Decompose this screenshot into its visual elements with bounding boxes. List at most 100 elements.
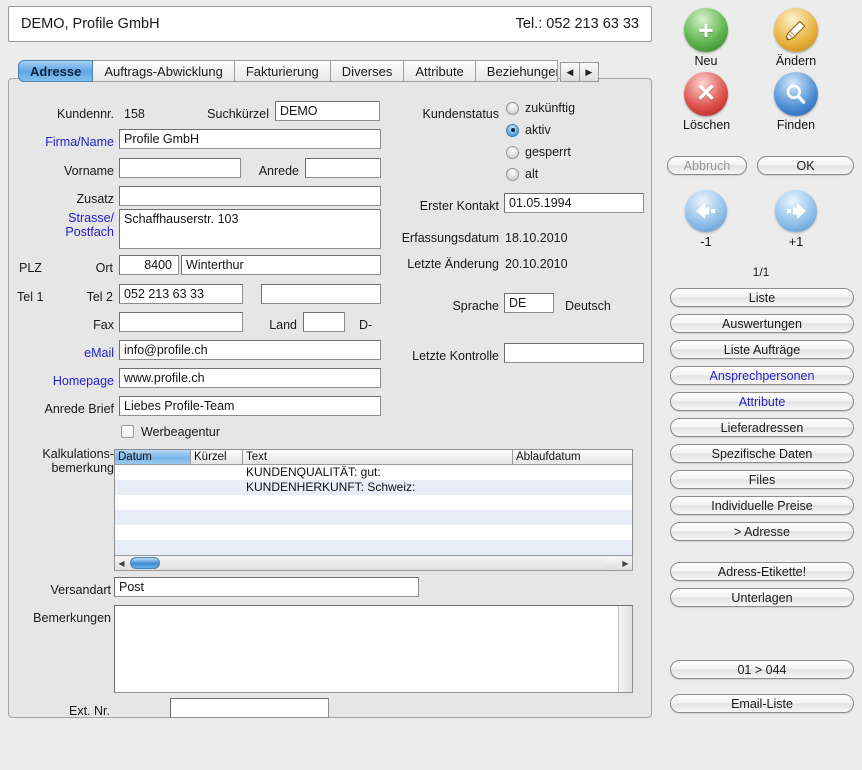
input-erster-kontakt[interactable]: 01.05.1994 xyxy=(504,193,644,213)
cell-text xyxy=(243,495,513,510)
button-adress-etikette[interactable]: Adress-Etikette! xyxy=(670,562,854,581)
input-bemerkungen[interactable] xyxy=(114,605,633,693)
checkbox-werbeagentur[interactable] xyxy=(121,425,134,438)
tab-label: Diverses xyxy=(342,64,393,79)
cell-ablaufdatum xyxy=(513,540,632,555)
arrow-left-icon xyxy=(685,190,727,232)
button-ok[interactable]: OK xyxy=(757,156,854,175)
tab-auftrags-abwicklung[interactable]: Auftrags-Abwicklung xyxy=(93,60,235,82)
input-anrede[interactable] xyxy=(305,158,381,178)
scroll-right-arrow-icon[interactable]: ▶ xyxy=(619,556,632,570)
input-ort[interactable]: Winterthur xyxy=(181,255,381,275)
cell-ablaufdatum xyxy=(513,495,632,510)
button-individuelle-preise[interactable]: Individuelle Preise xyxy=(670,496,854,515)
button-adresse[interactable]: > Adresse xyxy=(670,522,854,541)
input-ext-nr[interactable] xyxy=(170,698,329,718)
label-zusatz: Zusatz xyxy=(19,192,114,206)
input-homepage[interactable]: www.profile.ch xyxy=(119,368,381,388)
table-row[interactable] xyxy=(115,495,632,510)
button-label-finden: Finden xyxy=(773,118,819,132)
input-suchkuerzel[interactable]: DEMO xyxy=(275,101,380,121)
input-sprache[interactable]: DE xyxy=(504,293,554,313)
radio-option-zukuenftig[interactable]: zukünftig xyxy=(506,101,575,115)
button-files[interactable]: Files xyxy=(670,470,854,489)
tab-fakturierung[interactable]: Fakturierung xyxy=(235,60,331,82)
table-row[interactable] xyxy=(115,510,632,525)
input-strasse-postfach[interactable]: Schaffhauserstr. 103 xyxy=(119,209,381,249)
button-01-044[interactable]: 01 > 044 xyxy=(670,660,854,679)
button-neu[interactable]: + Neu xyxy=(683,8,729,54)
kalkulation-table[interactable]: Datum Kürzel Text Ablaufdatum KUNDENQUAL… xyxy=(114,449,633,556)
input-land[interactable] xyxy=(303,312,345,332)
bemerkungen-vertical-scrollbar[interactable] xyxy=(618,606,632,692)
column-header-text[interactable]: Text xyxy=(243,450,513,465)
scrollbar-thumb[interactable] xyxy=(130,557,160,569)
tab-diverses[interactable]: Diverses xyxy=(331,60,405,82)
radio-option-alt[interactable]: alt xyxy=(506,167,538,181)
sidebar: + Neu Ändern ✕ Löschen xyxy=(660,0,862,770)
cell-datum xyxy=(115,525,191,540)
column-header-kuerzel[interactable]: Kürzel xyxy=(191,450,243,465)
input-tel1[interactable]: 052 213 63 33 xyxy=(119,284,243,304)
input-zusatz[interactable] xyxy=(119,186,381,206)
input-versandart[interactable]: Post xyxy=(114,577,419,597)
label-postfach-line2: Postfach xyxy=(19,225,114,239)
table-row[interactable] xyxy=(115,525,632,540)
button-liste-auftraege[interactable]: Liste Aufträge xyxy=(670,340,854,359)
pencil-glyph xyxy=(774,8,818,52)
input-fax[interactable] xyxy=(119,312,243,332)
column-header-datum[interactable]: Datum xyxy=(115,450,191,465)
label-land-suffix: D- xyxy=(359,318,372,332)
input-anrede-brief[interactable]: Liebes Profile-Team xyxy=(119,396,381,416)
table-horizontal-scrollbar[interactable]: ◀ ▶ xyxy=(114,555,633,571)
label-fax: Fax xyxy=(19,318,114,332)
cell-kuerzel xyxy=(191,525,243,540)
input-vorname[interactable] xyxy=(119,158,241,178)
button-email-liste[interactable]: Email-Liste xyxy=(670,694,854,713)
radio-icon xyxy=(506,102,519,115)
tab-next-arrow-icon[interactable]: ▶ xyxy=(580,63,598,81)
column-header-ablaufdatum[interactable]: Ablaufdatum xyxy=(513,450,632,465)
tab-adresse[interactable]: Adresse xyxy=(18,60,93,82)
tab-beziehungen[interactable]: Beziehungen xyxy=(476,60,558,82)
button-liste[interactable]: Liste xyxy=(670,288,854,307)
table-row[interactable]: KUNDENQUALITÄT: gut: xyxy=(115,465,632,480)
button-attribute[interactable]: Attribute xyxy=(670,392,854,411)
label-anrede-brief: Anrede Brief xyxy=(13,402,114,416)
button-label-neu: Neu xyxy=(683,54,729,68)
button-abbruch[interactable]: Abbruch xyxy=(667,156,747,175)
button-ansprechpersonen[interactable]: Ansprechpersonen xyxy=(670,366,854,385)
radio-icon xyxy=(506,168,519,181)
label-email: eMail xyxy=(19,346,114,360)
table-row[interactable]: KUNDENHERKUNFT: Schweiz: xyxy=(115,480,632,495)
button-finden[interactable]: Finden xyxy=(773,72,819,118)
cell-datum xyxy=(115,540,191,555)
label-vorname: Vorname xyxy=(19,164,114,178)
radio-option-gesperrt[interactable]: gesperrt xyxy=(506,145,571,159)
button-lieferadressen[interactable]: Lieferadressen xyxy=(670,418,854,437)
input-plz[interactable]: 8400 xyxy=(119,255,179,275)
radio-option-aktiv[interactable]: aktiv xyxy=(506,123,551,137)
button-spezifische-daten[interactable]: Spezifische Daten xyxy=(670,444,854,463)
radio-icon xyxy=(506,146,519,159)
input-email[interactable]: info@profile.ch xyxy=(119,340,381,360)
button-unterlagen[interactable]: Unterlagen xyxy=(670,588,854,607)
button-prev-record[interactable]: -1 xyxy=(683,190,729,236)
tab-label: Attribute xyxy=(415,64,463,79)
value-sprache-name: Deutsch xyxy=(565,299,611,313)
tab-prev-arrow-icon[interactable]: ◀ xyxy=(561,63,580,81)
button-aendern[interactable]: Ändern xyxy=(773,8,819,54)
tab-attribute[interactable]: Attribute xyxy=(404,60,475,82)
cell-text xyxy=(243,525,513,540)
label-werbeagentur: Werbeagentur xyxy=(141,425,220,439)
input-letzte-kontrolle[interactable] xyxy=(504,343,644,363)
button-loeschen[interactable]: ✕ Löschen xyxy=(683,72,729,118)
button-next-record[interactable]: +1 xyxy=(773,190,819,236)
cell-text: KUNDENHERKUNFT: Schweiz: xyxy=(243,480,513,495)
scroll-left-arrow-icon[interactable]: ◀ xyxy=(115,556,128,570)
input-firma-name[interactable]: Profile GmbH xyxy=(119,129,381,149)
button-auswertungen[interactable]: Auswertungen xyxy=(670,314,854,333)
table-row[interactable] xyxy=(115,540,632,555)
scrollbar-track[interactable] xyxy=(128,556,619,570)
input-tel2[interactable] xyxy=(261,284,381,304)
